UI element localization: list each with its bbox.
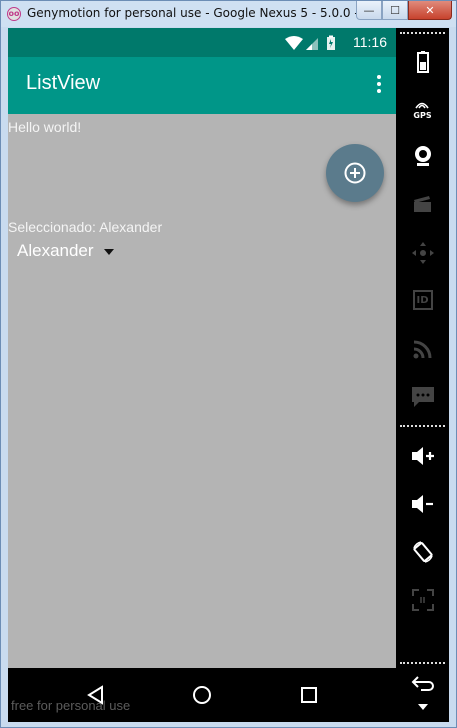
status-icons (285, 35, 335, 50)
volume-up-icon[interactable] (396, 441, 449, 471)
battery-icon[interactable] (396, 47, 449, 77)
add-fab-button[interactable] (326, 144, 384, 202)
android-screen[interactable]: 11:16 ListView Hello world! Seleccionado… (8, 28, 396, 722)
genymotion-logo-icon: oo (7, 7, 21, 21)
spinner-value: Alexander (17, 241, 94, 260)
panel-divider (400, 662, 445, 664)
status-time: 11:16 (353, 34, 387, 50)
rotate-icon[interactable] (396, 537, 449, 567)
recents-square-icon (301, 687, 317, 703)
signal-icon (306, 38, 318, 50)
genymotion-window: oo Genymotion for personal use - Google … (0, 0, 457, 728)
sms-icon[interactable] (396, 382, 449, 412)
gps-icon[interactable]: GPS (396, 95, 449, 125)
pixel-perfect-icon[interactable] (396, 585, 449, 615)
overflow-menu-icon[interactable] (376, 75, 382, 97)
app-title: ListView (26, 72, 101, 94)
clapperboard-icon[interactable] (396, 189, 449, 219)
genymotion-side-panel: GPS ID (396, 28, 449, 722)
nav-home-button[interactable] (189, 682, 215, 708)
window-titlebar[interactable]: oo Genymotion for personal use - Google … (1, 1, 456, 27)
volume-down-icon[interactable] (396, 489, 449, 519)
add-circle-icon (344, 162, 366, 184)
watermark-text: free for personal use (11, 698, 131, 713)
minimize-button[interactable]: — (356, 1, 382, 20)
navigation-bar (8, 668, 396, 722)
camera-icon[interactable] (396, 141, 449, 171)
back-icon[interactable] (396, 668, 449, 698)
close-button[interactable]: ✕ (408, 1, 452, 20)
dropdown-arrow-icon (103, 249, 114, 255)
window-title: Genymotion for personal use - Google Nex… (27, 6, 374, 20)
maximize-button[interactable]: ☐ (382, 1, 408, 20)
name-spinner[interactable]: Alexander (17, 240, 114, 262)
dpad-icon[interactable] (396, 238, 449, 268)
app-toolbar: ListView (8, 57, 396, 114)
id-icon[interactable]: ID (396, 285, 449, 315)
chevron-down-icon[interactable] (396, 696, 449, 718)
nav-recents-button[interactable] (296, 682, 322, 708)
home-circle-icon (193, 686, 211, 704)
wifi-icon (285, 36, 303, 50)
rss-icon[interactable] (396, 334, 449, 364)
hello-text: Hello world! (8, 119, 82, 135)
selected-label: Seleccionado: Alexander (8, 219, 163, 235)
panel-divider (400, 425, 445, 427)
status-bar: 11:16 (8, 28, 396, 57)
window-controls: — ☐ ✕ (356, 1, 452, 20)
panel-divider (400, 32, 445, 34)
battery-status-icon (327, 35, 335, 50)
